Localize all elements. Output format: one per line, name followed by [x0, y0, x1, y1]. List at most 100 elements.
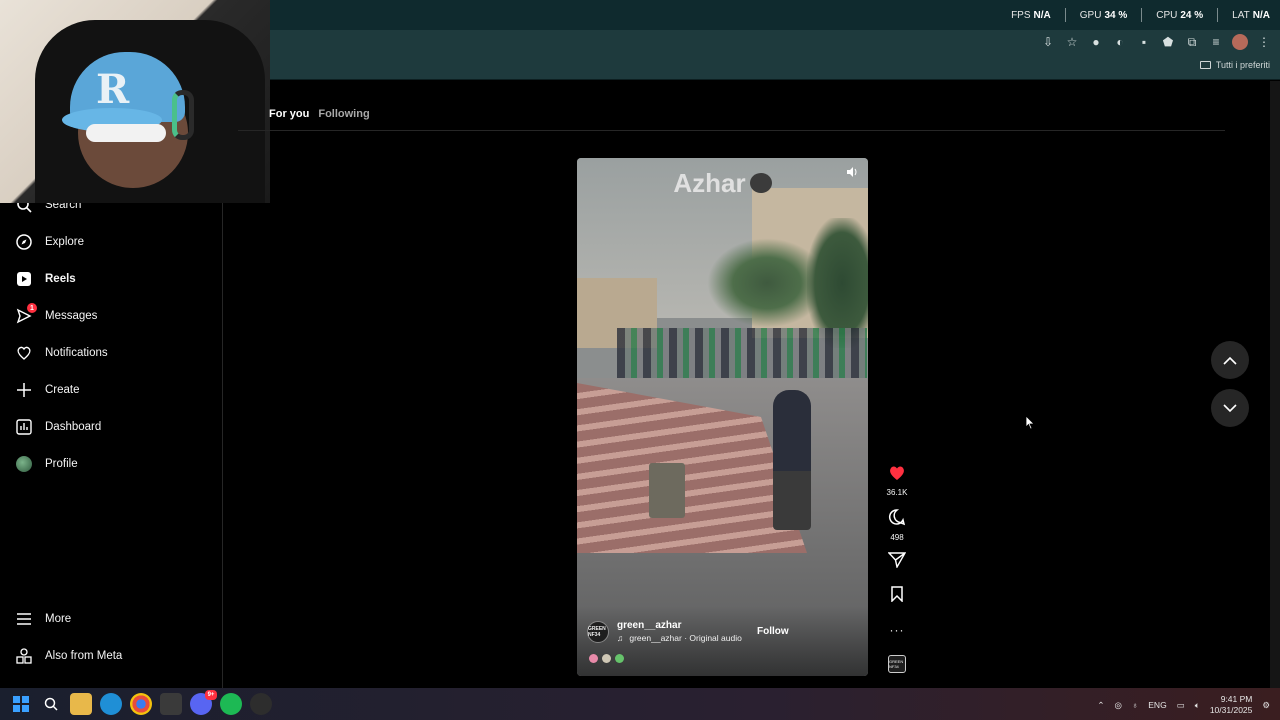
store-icon[interactable] [160, 693, 182, 715]
bookmarks-folder-label: Tutti i preferiti [1215, 60, 1270, 70]
caption-emojis [589, 654, 624, 663]
stat-divider [1064, 8, 1066, 22]
reel-caption-title: Azhar [577, 168, 868, 199]
tab-for-you[interactable]: For you [269, 108, 309, 120]
audio-track[interactable]: ♫ green__azhar · Original audio [617, 633, 742, 643]
sidebar-item-also-from-meta[interactable]: Also from Meta [15, 645, 122, 667]
comment-icon [888, 509, 906, 526]
microphone-icon[interactable]: ♁ [1132, 700, 1138, 710]
edge-icon[interactable] [100, 693, 122, 715]
search-icon[interactable] [40, 693, 62, 715]
chart-icon [15, 418, 33, 436]
chrome-icon[interactable] [130, 693, 152, 715]
comment-count: 498 [890, 533, 904, 542]
sidebar-item-explore[interactable]: Explore [15, 231, 84, 253]
discord-icon[interactable]: 9+ [190, 690, 217, 715]
shield-icon[interactable]: ⬟ [1160, 34, 1176, 50]
webcam-overlay: R [0, 0, 270, 203]
performance-overlay: FPS N/A GPU 34 % CPU 24 % LAT N/A [1011, 8, 1270, 22]
author-avatar[interactable]: GREEN NF34 [587, 621, 609, 643]
display-icon[interactable]: ▭ [1177, 700, 1185, 711]
bookmark-icon [891, 586, 903, 603]
compass-icon [15, 233, 33, 251]
chevron-down-icon [1223, 403, 1237, 412]
chevron-up-icon [1223, 356, 1237, 365]
notification-badge: 1 [27, 303, 37, 313]
music-note-icon: ♫ [617, 633, 624, 643]
next-reel-button[interactable] [1211, 389, 1249, 427]
sidebar-item-messages[interactable]: 1 Messages [15, 303, 97, 327]
sidebar-item-dashboard[interactable]: Dashboard [15, 416, 101, 438]
clock-date: 10/31/2025 [1209, 705, 1253, 715]
previous-reel-button[interactable] [1211, 341, 1249, 379]
star-icon[interactable]: ☆ [1064, 34, 1080, 50]
follow-button[interactable]: Follow [757, 626, 789, 637]
windows-start-icon[interactable] [10, 693, 32, 715]
steam-icon[interactable] [250, 693, 272, 715]
sidebar-item-more[interactable]: More [15, 608, 71, 630]
author-username[interactable]: green__azhar [617, 620, 681, 631]
notifications-icon[interactable]: ⚙ [1262, 700, 1270, 711]
language-indicator[interactable]: ENG [1148, 700, 1166, 710]
sidebar-item-label: Create [45, 384, 80, 396]
windows-taskbar: 9+ ⌃ ◎ ♁ ENG ▭ 🔈︎ 9:41 PM 10/31/2025 ⚙ [0, 688, 1280, 720]
meta-apps-icon [15, 647, 33, 665]
messenger-icon: 1 [15, 303, 37, 325]
menu-dots-icon[interactable]: ⋮ [1256, 34, 1272, 50]
taskbar-apps: 9+ [10, 690, 272, 715]
sidebar-item-label: More [45, 613, 72, 625]
hamburger-icon [15, 610, 33, 628]
sidebar-item-notifications[interactable]: Notifications [15, 342, 108, 364]
sidebar-item-label: Dashboard [45, 421, 102, 433]
sidebar-item-label: Also from Meta [45, 650, 123, 662]
sidebar-item-label: Profile [45, 458, 78, 470]
stat-lat: LAT N/A [1232, 10, 1270, 21]
sidebar-item-label: Reels [45, 273, 76, 285]
extension-3-icon[interactable]: ▪ [1136, 34, 1152, 50]
all-bookmarks-folder[interactable]: Tutti i preferiti [1199, 60, 1270, 70]
stat-gpu: GPU 34 % [1079, 10, 1128, 21]
feed-tabs: For you Following [269, 108, 370, 120]
reel-video[interactable]: Azhar GREEN NF34 green__azhar ♫ green__a… [577, 158, 868, 676]
tab-following[interactable]: Following [318, 108, 369, 120]
comment-button[interactable]: 498 [885, 508, 909, 542]
stat-divider [1217, 8, 1219, 22]
puzzle-icon[interactable]: ⧉ [1184, 34, 1200, 50]
media-icon[interactable]: ≡ [1208, 34, 1224, 50]
volume-icon[interactable]: 🔈︎ [1195, 700, 1200, 711]
more-options-icon[interactable]: ··· [885, 623, 909, 637]
reels-icon [15, 270, 33, 288]
file-explorer-icon[interactable] [70, 693, 92, 715]
sidebar-item-label: Explore [45, 236, 84, 248]
stat-divider [1141, 8, 1143, 22]
tabs-divider [238, 130, 1225, 131]
save-button[interactable] [885, 586, 909, 607]
sidebar-item-reels[interactable]: Reels [15, 268, 76, 290]
spotify-icon[interactable] [220, 693, 242, 715]
mouse-cursor-icon [1025, 415, 1035, 435]
sidebar-item-profile[interactable]: Profile [15, 453, 78, 475]
extension-1-icon[interactable]: ● [1088, 34, 1104, 50]
sidebar-item-create[interactable]: Create [15, 379, 80, 401]
clock-time: 9:41 PM [1220, 694, 1253, 704]
plus-icon [15, 381, 33, 399]
profile-avatar[interactable] [1232, 34, 1248, 50]
page-scrollbar[interactable] [1270, 81, 1280, 688]
stat-cpu: CPU 24 % [1156, 10, 1204, 21]
network-icon[interactable]: ◎ [1114, 700, 1121, 711]
alien-emoji-icon [749, 173, 772, 194]
emoji-icon [589, 654, 598, 663]
install-icon[interactable]: ⇩ [1040, 34, 1056, 50]
like-count: 36.1K [886, 488, 908, 497]
stat-fps: FPS N/A [1011, 10, 1051, 21]
share-button[interactable] [885, 552, 909, 573]
discord-badge: 9+ [205, 690, 217, 700]
clock[interactable]: 9:41 PM 10/31/2025 [1210, 694, 1253, 716]
extension-2-icon[interactable]: ◐ [1112, 34, 1128, 50]
heart-filled-icon [890, 466, 904, 480]
emoji-icon [615, 654, 624, 663]
chevron-up-icon[interactable]: ⌃ [1097, 700, 1104, 711]
audio-thumbnail[interactable]: GREEN NF34 [888, 655, 906, 673]
like-button[interactable]: 36.1K [885, 465, 909, 497]
volume-icon[interactable] [844, 166, 860, 182]
